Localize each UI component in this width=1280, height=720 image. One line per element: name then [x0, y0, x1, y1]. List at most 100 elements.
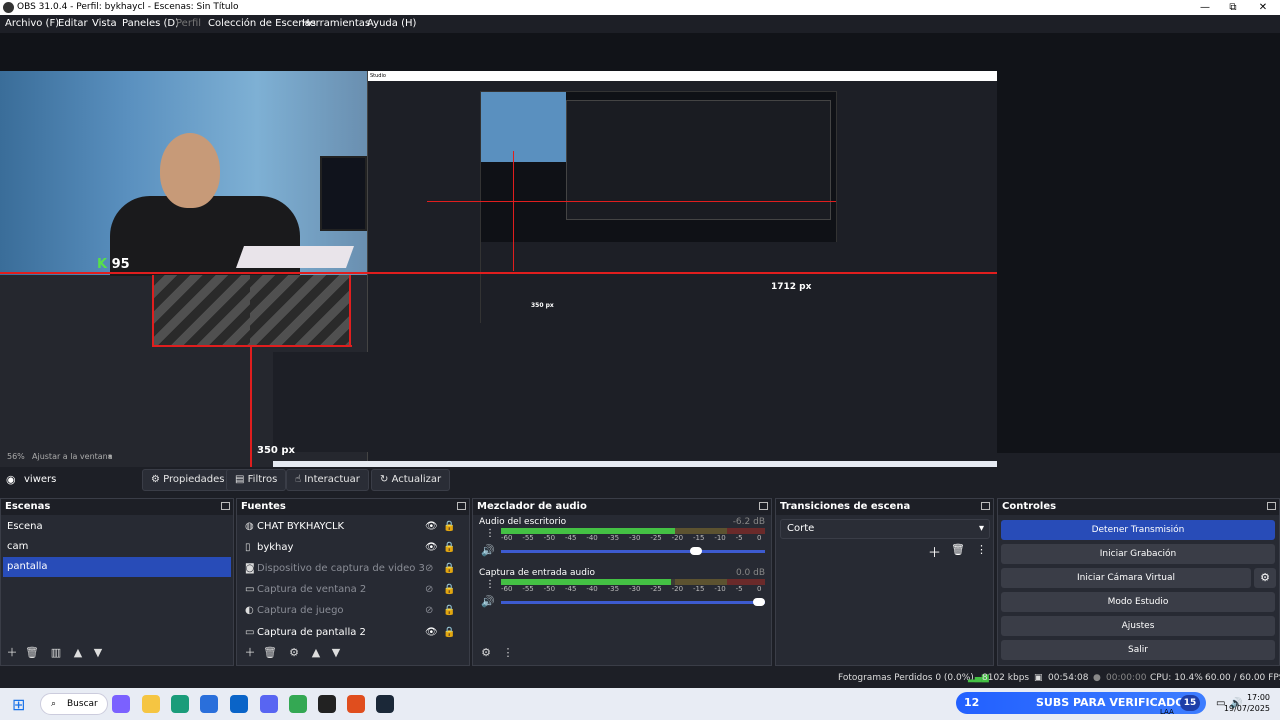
lock-icon[interactable]: 🔒	[443, 538, 455, 558]
lock-icon[interactable]: 🔒	[443, 623, 455, 643]
more-options-icon[interactable]: ⋮	[976, 543, 987, 556]
trash-icon[interactable]: 🗑	[951, 543, 965, 556]
start-virtual-camera-button[interactable]: Iniciar Cámara Virtual	[1001, 568, 1251, 588]
more-options-icon[interactable]: ⋮	[499, 645, 517, 661]
filter-icon[interactable]: ▥	[47, 645, 65, 661]
lock-icon[interactable]: 🔒	[443, 601, 455, 621]
chrome-icon[interactable]	[289, 695, 307, 713]
taskbar-clock[interactable]: 17:00 19/07/2025	[1224, 692, 1270, 714]
speaker-icon[interactable]: 🔊	[481, 595, 495, 608]
gear-icon[interactable]: ⚙	[285, 645, 303, 661]
undock-icon[interactable]	[981, 502, 990, 510]
copilot-icon[interactable]	[112, 695, 130, 713]
eye-hidden-icon[interactable]: ⊘	[425, 580, 433, 600]
eye-hidden-icon[interactable]: ⊘	[425, 559, 433, 579]
minimize-button[interactable]: —	[1190, 0, 1220, 15]
maximize-button[interactable]: ⧉	[1218, 0, 1248, 15]
scene-item[interactable]: Escena	[3, 517, 231, 537]
source-item[interactable]: ▯ bykhay 👁 🔒	[239, 538, 469, 558]
menu-coleccion-escenas[interactable]: Colección de Escenas	[208, 15, 316, 33]
undock-icon[interactable]	[221, 502, 230, 510]
volume-slider[interactable]	[501, 598, 765, 606]
eye-icon[interactable]: 👁	[425, 538, 438, 558]
source-item[interactable]: ▭ Captura de ventana 2 ⊘ 🔒	[239, 580, 469, 600]
eye-icon[interactable]: 👁	[425, 517, 438, 537]
trash-icon[interactable]: 🗑	[23, 645, 41, 661]
move-up-icon[interactable]: ▲	[69, 645, 87, 661]
menu-ayuda[interactable]: Ayuda (H)	[367, 15, 416, 33]
trash-icon[interactable]: 🗑	[261, 645, 279, 661]
add-icon[interactable]: ＋	[928, 542, 941, 561]
taskbar-search[interactable]: ⌕ Buscar	[40, 693, 108, 715]
source-toolbar: ◉ viwers ⚙ Propiedades ▤ Filtros ☝ Inter…	[0, 467, 1280, 493]
menu-archivo[interactable]: Archivo (F)	[5, 15, 59, 33]
eye-icon[interactable]: 👁	[425, 623, 438, 643]
speaker-icon[interactable]: 🔊	[481, 544, 495, 557]
move-up-icon[interactable]: ▲	[307, 645, 325, 661]
file-explorer-icon[interactable]	[142, 695, 160, 713]
keyboard-language[interactable]: LAA	[1160, 708, 1174, 716]
properties-button[interactable]: ⚙ Propiedades	[142, 469, 234, 491]
add-icon[interactable]: ＋	[3, 645, 21, 661]
eye-hidden-icon[interactable]: ⊘	[425, 601, 433, 621]
scene-item[interactable]: cam	[3, 537, 231, 557]
stop-streaming-button[interactable]: Detener Transmisión	[1001, 520, 1275, 540]
webcam-source[interactable]: K 95	[0, 71, 367, 276]
app-icon[interactable]	[347, 695, 365, 713]
outlook-icon[interactable]	[230, 695, 248, 713]
exit-button[interactable]: Salir	[1001, 640, 1275, 660]
volume-knob[interactable]	[690, 547, 702, 555]
more-options-icon[interactable]: ⋮	[485, 528, 495, 539]
volume-knob[interactable]	[753, 598, 765, 606]
preview-area[interactable]: K 95 Studio 1712 px 350 px 350 px	[0, 33, 1280, 479]
menu-editar[interactable]: Editar	[58, 15, 88, 33]
studio-mode-button[interactable]: Modo Estudio	[1001, 592, 1275, 612]
cpu-usage: CPU: 10.4%	[1150, 673, 1203, 683]
close-button[interactable]: ✕	[1248, 0, 1278, 15]
lock-icon[interactable]: 🔒	[443, 517, 455, 537]
source-item[interactable]: ◙ Dispositivo de captura de video 3 ⊘ 🔒	[239, 559, 469, 579]
volume-slider[interactable]	[501, 547, 765, 555]
transition-select[interactable]: Corte ▾	[780, 519, 990, 539]
menu-perfil[interactable]: Perfil	[176, 15, 201, 33]
undock-icon[interactable]	[759, 502, 768, 510]
refresh-button[interactable]: ↻ Actualizar	[371, 469, 451, 491]
zoom-mode[interactable]: Ajustar a la ventana	[32, 452, 113, 461]
scene-item-selected[interactable]: pantalla	[3, 557, 231, 577]
menu-paneles[interactable]: Paneles (D)	[122, 15, 179, 33]
lock-icon[interactable]: 🔒	[443, 559, 455, 579]
chevron-down-icon[interactable]: ▾	[108, 452, 112, 461]
scenes-footer: ＋ 🗑 ▥ ▲ ▼	[3, 645, 123, 661]
lock-icon[interactable]: 🔒	[443, 580, 455, 600]
nested-screen-capture[interactable]: Studio 1712 px 350 px	[273, 71, 997, 479]
gear-icon: ⚙	[151, 474, 160, 485]
menu-herramientas[interactable]: Herramientas	[302, 15, 370, 33]
edge-icon[interactable]	[171, 695, 189, 713]
source-item[interactable]: ▭ Captura de pantalla 2 👁 🔒	[239, 623, 469, 643]
menu-bar: Archivo (F) Editar Vista Paneles (D) Per…	[0, 15, 1280, 33]
menu-vista[interactable]: Vista	[92, 15, 117, 33]
gear-icon[interactable]: ⚙	[1254, 568, 1276, 588]
nested-menu	[368, 81, 997, 90]
start-recording-button[interactable]: Iniciar Grabación	[1001, 544, 1275, 564]
filters-button[interactable]: ▤ Filtros	[226, 469, 287, 491]
store-icon[interactable]	[200, 695, 218, 713]
source-item[interactable]: ◍ CHAT BYKHAYCLK 👁 🔒	[239, 517, 469, 537]
windows-start-icon[interactable]: ⊞	[12, 695, 25, 714]
obs-icon[interactable]	[318, 695, 336, 713]
meter-tick-label: -60	[501, 585, 513, 593]
undock-icon[interactable]	[1267, 502, 1276, 510]
preview-canvas[interactable]: K 95 Studio 1712 px 350 px 350 px	[0, 71, 997, 479]
source-item[interactable]: ◐ Captura de juego ⊘ 🔒	[239, 601, 469, 621]
move-down-icon[interactable]: ▼	[89, 645, 107, 661]
clock-date: 19/07/2025	[1223, 704, 1270, 713]
steam-icon[interactable]	[376, 695, 394, 713]
interact-button[interactable]: ☝ Interactuar	[286, 469, 369, 491]
move-down-icon[interactable]: ▼	[327, 645, 345, 661]
discord-icon[interactable]	[260, 695, 278, 713]
undock-icon[interactable]	[457, 502, 466, 510]
gear-icon[interactable]: ⚙	[477, 645, 495, 661]
add-icon[interactable]: ＋	[241, 645, 259, 661]
more-options-icon[interactable]: ⋮	[485, 579, 495, 590]
settings-button[interactable]: Ajustes	[1001, 616, 1275, 636]
